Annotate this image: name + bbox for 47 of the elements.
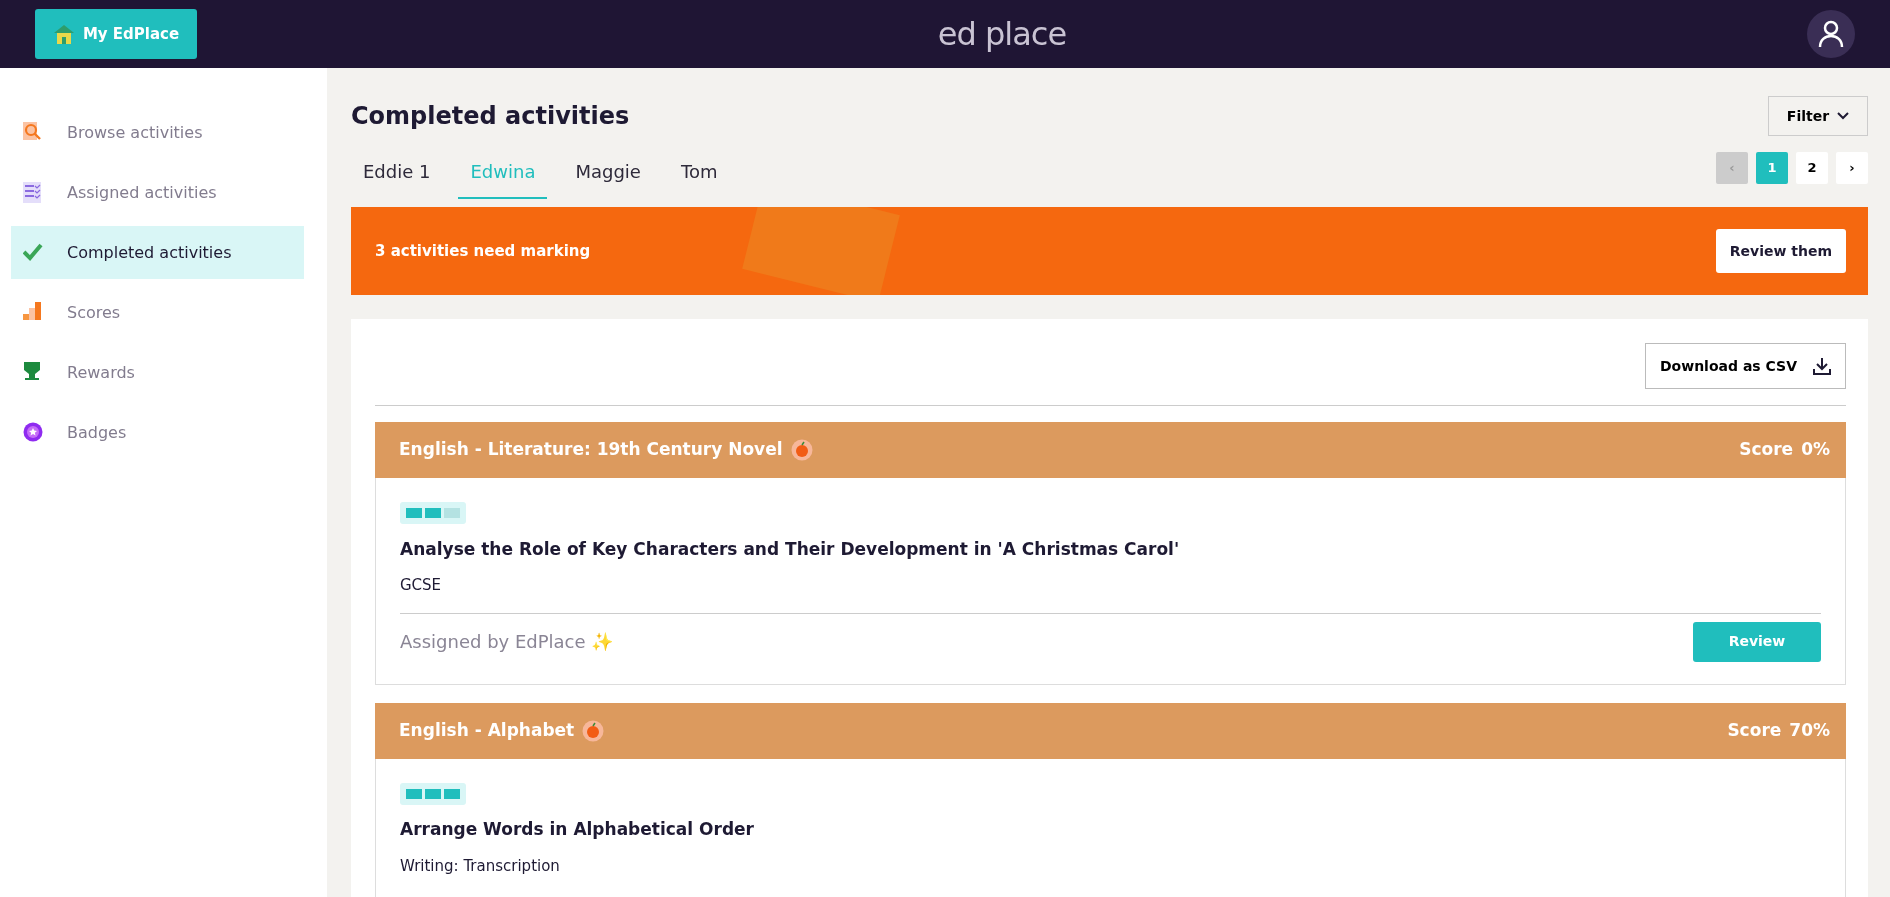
- sidebar-item[interactable]: Rewards: [11, 346, 304, 399]
- child-tab[interactable]: Maggie: [563, 152, 653, 199]
- magnifier-icon: [23, 122, 43, 143]
- activity-level: GCSE: [400, 575, 443, 596]
- next-page-button[interactable]: ›: [1836, 152, 1868, 184]
- sidebar-item[interactable]: Completed activities: [11, 226, 304, 279]
- fruit-icon: [582, 719, 605, 742]
- difficulty-segment: [425, 508, 441, 518]
- checklist-icon: [23, 182, 43, 203]
- fruit-icon: [790, 439, 813, 461]
- score-value: 0%: [1801, 438, 1830, 462]
- activity-title: Analyse the Role of Key Characters and Their Development in 'A Christmas Carol': [400, 537, 1181, 561]
- score-value: 70%: [1789, 718, 1830, 742]
- badge-icon: [23, 422, 43, 443]
- house-icon: [52, 23, 75, 45]
- filter-button[interactable]: Filter: [1768, 96, 1868, 136]
- sidebar-item[interactable]: Badges: [11, 406, 304, 459]
- account-button[interactable]: [1807, 10, 1855, 58]
- assigned-by-text: Assigned by EdPlace ✨: [400, 630, 614, 654]
- bar-chart-icon: [23, 302, 43, 323]
- checkmark-icon: [23, 242, 43, 263]
- review-them-button[interactable]: Review them: [1715, 229, 1846, 273]
- page-button[interactable]: 2: [1796, 152, 1828, 184]
- activity-level: Writing: Transcription: [400, 855, 561, 877]
- score-label: Score: [1727, 718, 1782, 742]
- banner-text: 3 activities need marking: [375, 240, 591, 262]
- user-icon: [1818, 20, 1844, 48]
- child-tab[interactable]: Eddie 1: [351, 152, 443, 199]
- chevron-down-icon: [1837, 112, 1850, 120]
- sidebar-item[interactable]: Assigned activities: [11, 166, 304, 219]
- child-tab[interactable]: Tom: [668, 152, 730, 199]
- download-icon: [1813, 357, 1831, 375]
- difficulty-segment: [425, 788, 441, 799]
- sidebar-item[interactable]: Browse activities: [11, 106, 304, 159]
- download-csv-button[interactable]: Download as CSV: [1645, 343, 1846, 389]
- trophy-icon: [23, 362, 43, 383]
- difficulty-segment: [444, 508, 460, 518]
- logo[interactable]: ed place: [937, 10, 1067, 58]
- difficulty-segment: [406, 508, 422, 518]
- difficulty-segment: [444, 788, 460, 799]
- page-title: Completed activities: [351, 101, 630, 131]
- activity-title: Arrange Words in Alphabetical Order: [400, 818, 755, 841]
- subject-title: English - Alphabet: [399, 718, 575, 742]
- difficulty-segment: [406, 788, 422, 799]
- subject-title: English - Literature: 19th Century Novel: [399, 438, 783, 462]
- sidebar-item[interactable]: Scores: [11, 286, 304, 339]
- score-label: Score: [1739, 438, 1794, 462]
